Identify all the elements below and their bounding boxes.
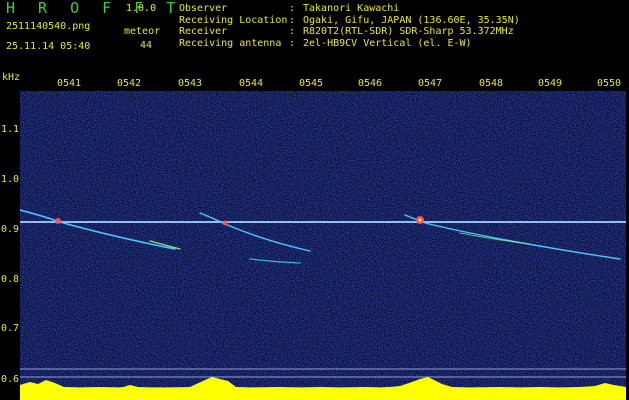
spectrogram-canvas: [20, 91, 626, 400]
info-key: Observer: [179, 3, 228, 14]
capture-filename: 2511140540.png: [6, 21, 91, 32]
y-tick-label: 1.0: [1, 174, 20, 185]
x-tick-label: 0549: [538, 78, 563, 89]
info-row-antenna: Receiving antenna:2el-HB9CV Vertical (el…: [179, 38, 520, 50]
y-tick-label: 0.9: [1, 224, 20, 235]
info-separator: :: [289, 26, 296, 38]
x-tick-label: 0543: [178, 78, 203, 89]
x-tick-label: 0544: [239, 78, 264, 89]
info-row-receiver: Receiver: R820T2(RTL-SDR) SDR-Sharp 53.37…: [179, 26, 520, 38]
info-row-location: Receiving Location: Ogaki, Gifu, JAPAN (1…: [179, 15, 520, 27]
info-value: R820T2(RTL-SDR) SDR-Sharp 53.372MHz: [303, 26, 514, 38]
info-key: Receiving antenna: [179, 37, 282, 49]
info-value: Takanori Kawachi: [303, 3, 400, 14]
x-tick-label: 0548: [479, 78, 504, 89]
echo-head: [222, 220, 228, 226]
station-info: Observer: Takanori Kawachi Receiving Loca…: [179, 3, 520, 49]
y-axis-unit: kHz: [2, 72, 21, 83]
y-tick-label: 1.1: [1, 124, 20, 135]
meteor-label: meteor: [124, 26, 161, 37]
info-separator: :: [289, 3, 296, 14]
echo-head-core: [418, 218, 422, 222]
y-tick-label: 0.7: [1, 323, 20, 334]
x-tick-label: 0542: [117, 78, 142, 89]
info-row-observer: Observer: Takanori Kawachi: [179, 3, 520, 15]
y-tick-label: 0.6: [1, 374, 20, 385]
info-key: Receiver: [179, 26, 228, 38]
spectrogram: [20, 91, 626, 400]
info-separator: :: [289, 37, 296, 49]
x-tick-label: 0546: [358, 78, 383, 89]
info-value: Ogaki, Gifu, JAPAN (136.60E, 35.35N): [303, 14, 520, 26]
x-tick-label: 0550: [597, 78, 622, 89]
echo-head: [55, 218, 61, 224]
x-tick-label: 0547: [418, 78, 443, 89]
info-value: 2el-HB9CV Vertical (el. E-W): [303, 37, 472, 49]
app-version: 1.0.0: [126, 3, 157, 14]
meteor-count: 44: [140, 40, 153, 51]
y-tick-label: 0.8: [1, 274, 20, 285]
capture-datetime: 25.11.14 05:40: [6, 41, 91, 52]
info-key: Receiving Location: [179, 14, 288, 26]
x-tick-label: 0541: [57, 78, 82, 89]
info-separator: :: [289, 14, 296, 26]
x-tick-label: 0545: [299, 78, 324, 89]
